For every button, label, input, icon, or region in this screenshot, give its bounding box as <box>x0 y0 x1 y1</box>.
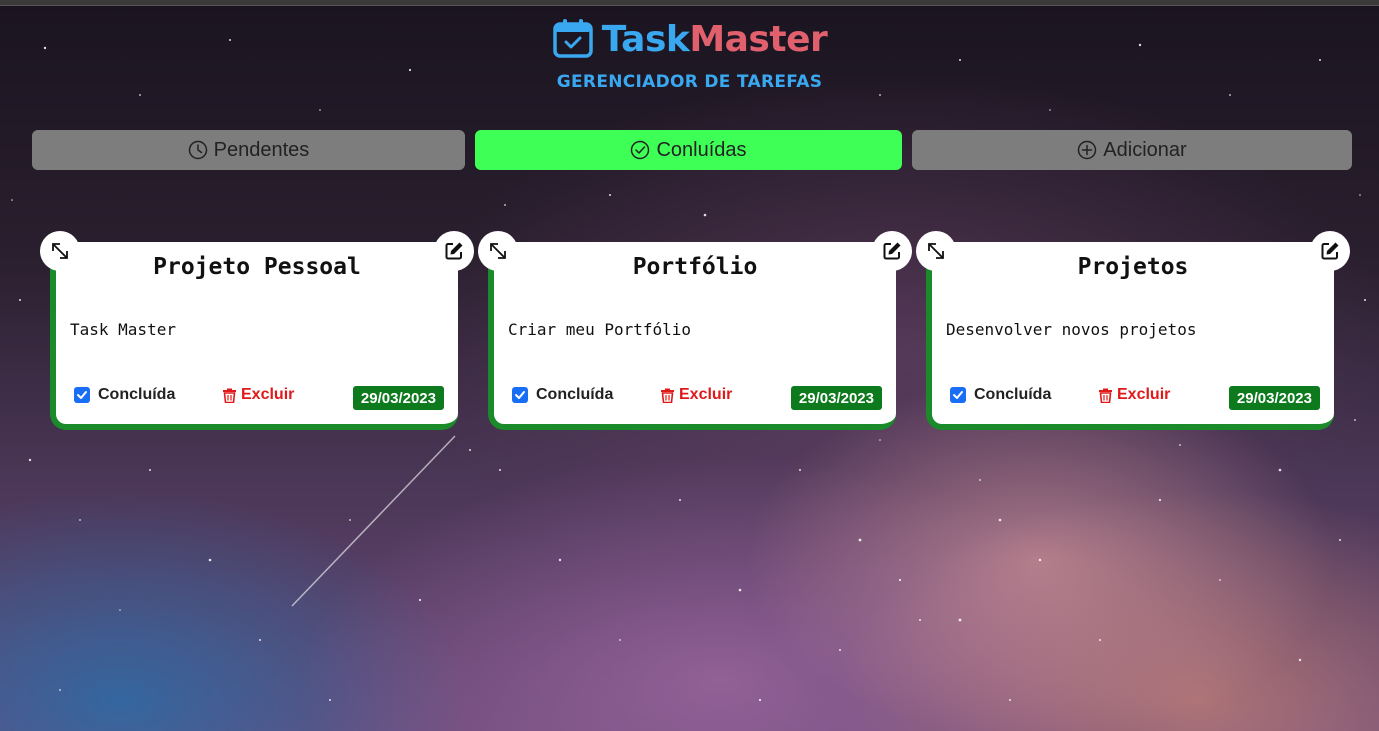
tab-adicionar[interactable]: Adicionar <box>912 130 1352 170</box>
trash-icon <box>661 388 674 403</box>
app-title: TaskMaster <box>602 19 828 60</box>
checkbox-checked-icon[interactable] <box>512 387 528 403</box>
date-badge: 29/03/2023 <box>1228 386 1320 410</box>
delete-button[interactable]: Excluir <box>660 386 732 404</box>
app-logo: TaskMaster <box>552 18 828 60</box>
trash-icon <box>1099 388 1112 403</box>
done-checkbox[interactable]: Concluída <box>950 386 1051 404</box>
tab-adicionar-label: Adicionar <box>1103 138 1187 161</box>
task-title: Projetos <box>1077 254 1189 280</box>
window-top-bar <box>0 0 1379 6</box>
task-footer: Concluída Excluir 29/03/2023 <box>74 386 444 410</box>
app-title-task: Task <box>601 18 690 60</box>
date-badge: 29/03/2023 <box>790 386 882 410</box>
checkbox-checked-icon[interactable] <box>74 387 90 403</box>
tab-pendentes-label: Pendentes <box>213 138 310 161</box>
tab-concluidas-label: Conluídas <box>656 138 747 161</box>
date-badge: 29/03/2023 <box>352 386 444 410</box>
app-title-master: Master <box>689 18 828 60</box>
task-description: Desenvolver novos projetos <box>946 320 1197 339</box>
delete-button[interactable]: Excluir <box>1098 386 1170 404</box>
plus-circle-icon <box>1078 140 1097 160</box>
tab-concluidas[interactable]: Conluídas <box>475 130 902 170</box>
app-header: TaskMaster GERENCIADOR DE TAREFAS <box>0 18 1379 92</box>
tab-pendentes[interactable]: Pendentes <box>32 130 465 170</box>
done-checkbox[interactable]: Concluída <box>74 386 175 404</box>
app-subtitle: GERENCIADOR DE TAREFAS <box>556 72 823 92</box>
task-footer: Concluída Excluir 29/03/2023 <box>512 386 882 410</box>
trash-icon <box>223 388 236 403</box>
delete-label: Excluir <box>1117 386 1171 403</box>
done-checkbox[interactable]: Concluída <box>512 386 613 404</box>
done-label: Concluída <box>536 386 614 403</box>
task-title: Portfólio <box>632 254 758 280</box>
task-footer: Concluída Excluir 29/03/2023 <box>950 386 1320 410</box>
task-description: Criar meu Portfólio <box>508 320 692 339</box>
task-description: Task Master <box>70 320 176 339</box>
check-circle-icon <box>631 140 650 160</box>
task-card: Portfólio Criar meu Portfólio Concluída … <box>478 231 912 430</box>
done-label: Concluída <box>98 386 176 403</box>
task-card: Projeto Pessoal Task Master Concluída Ex… <box>40 231 474 430</box>
task-card: Projetos Desenvolver novos projetos Conc… <box>916 231 1350 430</box>
delete-button[interactable]: Excluir <box>222 386 294 404</box>
calendar-check-icon <box>552 19 593 58</box>
task-title: Projeto Pessoal <box>153 254 361 280</box>
delete-label: Excluir <box>679 386 733 403</box>
checkbox-checked-icon[interactable] <box>950 387 966 403</box>
delete-label: Excluir <box>241 386 295 403</box>
done-label: Concluída <box>974 386 1052 403</box>
clock-icon <box>188 140 207 160</box>
